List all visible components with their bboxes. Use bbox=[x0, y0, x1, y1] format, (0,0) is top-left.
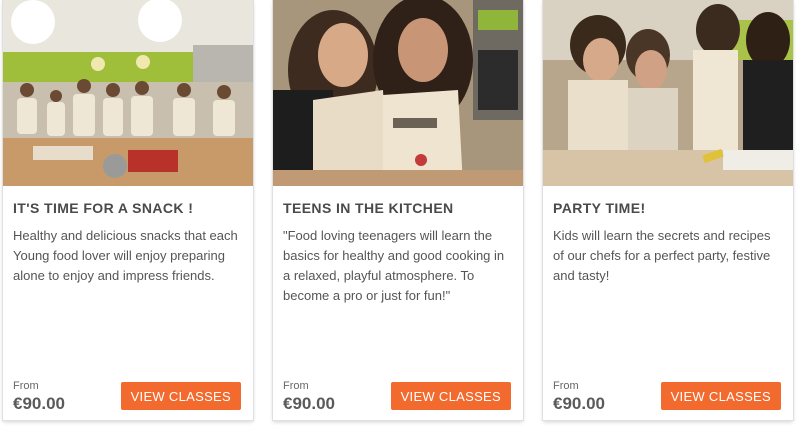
class-cards: IT'S TIME FOR A SNACK ! Healthy and deli… bbox=[0, 0, 797, 429]
class-photo-snack[interactable] bbox=[3, 0, 253, 186]
class-description: "Food loving teenagers will learn the ba… bbox=[283, 228, 505, 303]
class-title: TEENS IN THE KITCHEN bbox=[283, 200, 454, 216]
class-card-teens: TEENS IN THE KITCHEN "Food loving teenag… bbox=[273, 0, 523, 420]
class-photo-teens[interactable] bbox=[273, 0, 523, 186]
class-price: €90.00 bbox=[283, 394, 335, 413]
price-from-label: From bbox=[13, 380, 39, 392]
class-description: Healthy and delicious snacks that each Y… bbox=[13, 228, 238, 283]
view-classes-button[interactable]: VIEW CLASSES bbox=[390, 382, 511, 410]
class-price: €90.00 bbox=[13, 394, 65, 413]
price-from-label: From bbox=[283, 380, 309, 392]
class-title: PARTY TIME! bbox=[553, 200, 646, 216]
class-card-snack: IT'S TIME FOR A SNACK ! Healthy and deli… bbox=[3, 0, 253, 420]
class-card-party: PARTY TIME! Kids will learn the secrets … bbox=[543, 0, 793, 420]
class-photo-party[interactable] bbox=[543, 0, 793, 186]
price-from-label: From bbox=[553, 380, 579, 392]
class-title: IT'S TIME FOR A SNACK ! bbox=[13, 200, 194, 216]
view-classes-button[interactable]: VIEW CLASSES bbox=[660, 382, 781, 410]
view-classes-button[interactable]: VIEW CLASSES bbox=[120, 382, 241, 410]
class-description: Kids will learn the secrets and recipes … bbox=[553, 228, 771, 283]
class-price: €90.00 bbox=[553, 394, 605, 413]
